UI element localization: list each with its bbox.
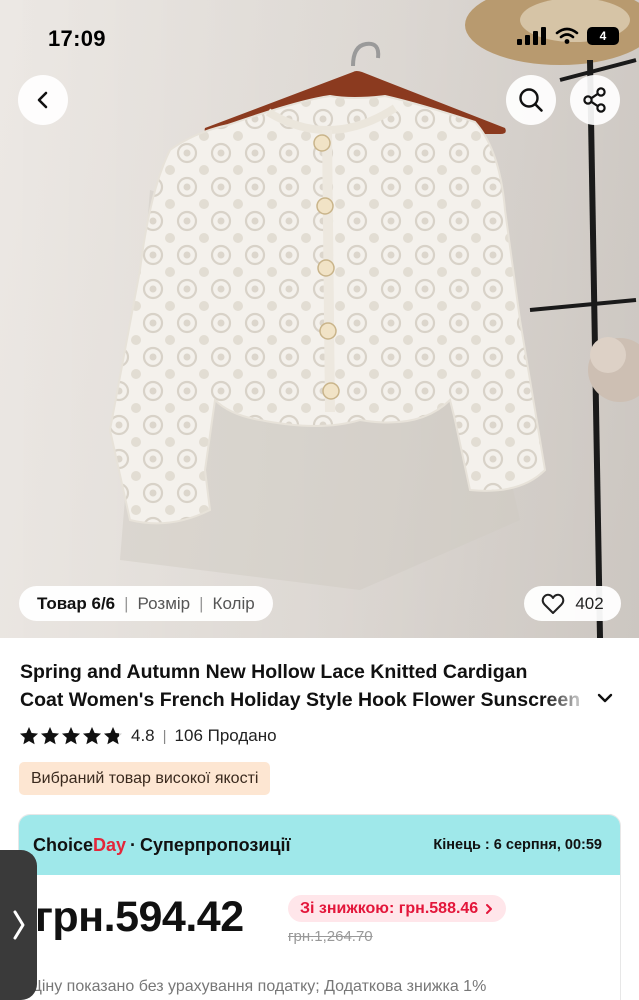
tax-note: Ціну показано без урахування податку; До… <box>30 978 487 995</box>
size-option[interactable]: Розмір <box>138 594 191 614</box>
divider: | <box>199 593 204 613</box>
share-button[interactable] <box>570 75 620 125</box>
quality-badge: Вибраний товар високої якості <box>19 762 271 795</box>
wifi-icon <box>555 27 579 44</box>
star-icon <box>62 727 80 745</box>
chevron-right-icon <box>486 903 493 914</box>
status-bar-time: 17:09 <box>48 26 106 51</box>
side-drawer-handle[interactable] <box>0 850 37 1000</box>
star-icon <box>20 727 38 745</box>
product-title-line-2: Coat Women's French Holiday Style Hook F… <box>20 689 581 711</box>
battery-icon: 4 <box>587 27 619 45</box>
brand-day-text: Day <box>93 834 127 855</box>
heart-icon <box>542 593 565 614</box>
original-price: грн.1,264.70 <box>288 928 373 945</box>
deal-separator: · <box>130 834 137 855</box>
deal-title: Choice Day · Суперпропозиції <box>33 835 291 856</box>
status-bar-icons: 4 <box>517 27 619 45</box>
discount-price-chip[interactable]: Зі знижкою: грн.588.46 <box>288 895 507 922</box>
share-icon <box>583 87 606 113</box>
wishlist-button[interactable]: 402 <box>524 586 621 621</box>
discount-price-text: Зі знижкою: грн.588.46 <box>300 899 479 917</box>
search-button[interactable] <box>506 75 556 125</box>
cellular-signal-icon <box>517 27 546 45</box>
deal-header: Choice Day · Суперпропозиції Кінець : 6 с… <box>19 815 620 875</box>
battery-level: 4 <box>599 29 607 43</box>
item-counter[interactable]: Товар 6/6 <box>37 594 115 614</box>
divider: | <box>124 593 129 613</box>
variant-selector-bar[interactable]: Товар 6/6 | Розмір | Колір <box>19 586 273 621</box>
back-button[interactable] <box>18 75 68 125</box>
rating-stars <box>19 726 123 746</box>
current-price: грн.594.42 <box>35 893 244 941</box>
color-option[interactable]: Колір <box>213 594 255 614</box>
deal-end-time: Кінець : 6 серпня, 00:59 <box>433 837 602 853</box>
chevron-down-icon[interactable] <box>595 688 615 708</box>
wishlist-count: 402 <box>575 593 604 613</box>
rating-row[interactable]: 4.8 | 106 Продано <box>19 726 277 746</box>
deal-label: Суперпропозиції <box>140 834 291 855</box>
star-icon <box>83 727 101 745</box>
sold-count: 106 Продано <box>174 726 277 745</box>
star-icon <box>104 727 122 745</box>
divider: | <box>162 727 167 745</box>
rating-value: 4.8 <box>131 726 155 745</box>
chevron-right-icon <box>13 910 24 940</box>
search-icon <box>519 88 543 112</box>
product-image-gallery[interactable]: 17:09 4 Товар 6/6 | Розмір | Колір 402 <box>0 0 639 638</box>
product-title-line-1: Spring and Autumn New Hollow Lace Knitte… <box>20 661 528 683</box>
star-icon <box>41 727 59 745</box>
brand-choice-text: Choice <box>33 834 94 855</box>
product-title[interactable]: Spring and Autumn New Hollow Lace Knitte… <box>20 658 590 714</box>
chevron-left-icon <box>37 91 48 109</box>
